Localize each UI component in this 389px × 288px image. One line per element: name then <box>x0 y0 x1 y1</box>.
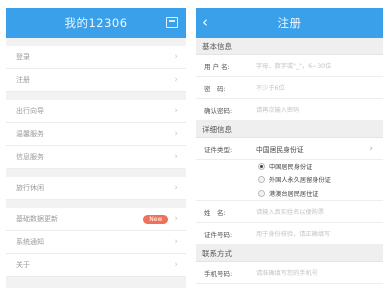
spacer <box>6 92 186 100</box>
chevron-right-icon: › <box>174 105 178 116</box>
menu-item-register[interactable]: 注册 › <box>6 69 186 92</box>
menu-item-warm-service[interactable]: 温馨服务 › <box>6 123 186 146</box>
radio-selected-icon[interactable] <box>258 163 265 170</box>
section-header-basic: 基本信息 <box>196 38 383 55</box>
screenshot-composite: 我的12306 登录 › 注册 › 出行向导 › 温馨服务 › 信息服务 › 旅行休闲 › … <box>0 0 389 288</box>
chevron-right-icon: › <box>174 128 178 139</box>
spacer <box>6 38 186 46</box>
id-type-value[interactable]: 中国居民身份证 <box>256 144 304 154</box>
username-field[interactable]: 用 户 名: 字母、数字或"_"，6~30位 <box>196 55 383 77</box>
phone-field[interactable]: 手机号码: 请准确填写您的手机号 <box>196 262 383 284</box>
field-label: 确认密码: <box>204 106 233 115</box>
my-12306-screen: 我的12306 登录 › 注册 › 出行向导 › 温馨服务 › 信息服务 › 旅行休闲 › … <box>6 8 186 288</box>
id-option-resident[interactable]: 中国居民身份证 <box>196 160 383 173</box>
menu-item-leisure[interactable]: 旅行休闲 › <box>6 177 186 200</box>
spacer <box>6 200 186 208</box>
menu-item-travel-guide[interactable]: 出行向导 › <box>6 100 186 123</box>
name-field[interactable]: 姓 名: 请输入真实姓名以便购票 <box>196 201 383 223</box>
menu-item-login[interactable]: 登录 › <box>6 46 186 69</box>
chevron-right-icon: › <box>174 151 178 162</box>
password-field[interactable]: 密 码: 不少于6位 <box>196 77 383 99</box>
chevron-right-icon: › <box>174 74 178 85</box>
page-title: 我的12306 <box>64 16 128 30</box>
back-arrow-icon[interactable]: ‹ <box>202 13 208 31</box>
section-header-detail: 详细信息 <box>196 121 383 138</box>
id-option-hkmotw[interactable]: 港澳台居民居住证 <box>196 186 383 201</box>
field-label: 姓 名: <box>204 208 226 217</box>
field-label: 手机号码: <box>204 269 233 278</box>
field-label: 证件类型: <box>204 145 233 154</box>
menu-item-info-service[interactable]: 信息服务 › <box>6 146 186 169</box>
id-option-foreigner[interactable]: 外国人永久居留身份证 <box>196 173 383 186</box>
new-badge: New <box>143 214 169 224</box>
phone-input[interactable]: 请准确填写您的手机号 <box>256 268 318 277</box>
id-type-select[interactable]: 证件类型: 中国居民身份证 › <box>196 138 383 160</box>
chevron-right-icon: › <box>174 259 178 270</box>
name-input[interactable]: 请输入真实姓名以便购票 <box>256 207 324 216</box>
message-icon[interactable] <box>166 17 178 28</box>
menu-item-data-update[interactable]: 基础数据更新 New › <box>6 208 186 231</box>
chevron-right-icon: › <box>174 182 178 193</box>
chevron-right-icon: › <box>174 236 178 247</box>
confirm-password-field[interactable]: 确认密码: 请再次输入密码 <box>196 99 383 121</box>
page-title: 注册 <box>277 16 302 30</box>
id-number-input[interactable]: 用于身份核验，请正确填写 <box>256 229 330 238</box>
field-label: 密 码: <box>204 84 226 93</box>
chevron-right-icon: › <box>174 51 178 62</box>
username-input[interactable]: 字母、数字或"_"，6~30位 <box>256 61 331 70</box>
navigation-bar: 我的12306 <box>6 8 186 38</box>
menu-item-notice[interactable]: 系统通知 › <box>6 231 186 254</box>
radio-icon[interactable] <box>258 189 265 197</box>
field-label: 用 户 名: <box>204 62 230 71</box>
chevron-right-icon: › <box>174 213 178 224</box>
password-input[interactable]: 不少于6位 <box>256 83 285 92</box>
section-header-contact: 联系方式 <box>196 245 383 262</box>
navigation-bar: ‹ 注册 <box>196 8 383 38</box>
id-number-field[interactable]: 证件号码: 用于身份核验，请正确填写 <box>196 223 383 245</box>
register-screen: ‹ 注册 基本信息 用 户 名: 字母、数字或"_"，6~30位 密 码: 不少… <box>196 8 383 288</box>
radio-icon[interactable] <box>258 176 265 183</box>
field-label: 证件号码: <box>204 230 233 239</box>
confirm-password-input[interactable]: 请再次输入密码 <box>256 105 299 114</box>
chevron-right-icon: › <box>369 143 373 154</box>
menu-item-about[interactable]: 关于 › <box>6 254 186 277</box>
spacer <box>6 169 186 177</box>
